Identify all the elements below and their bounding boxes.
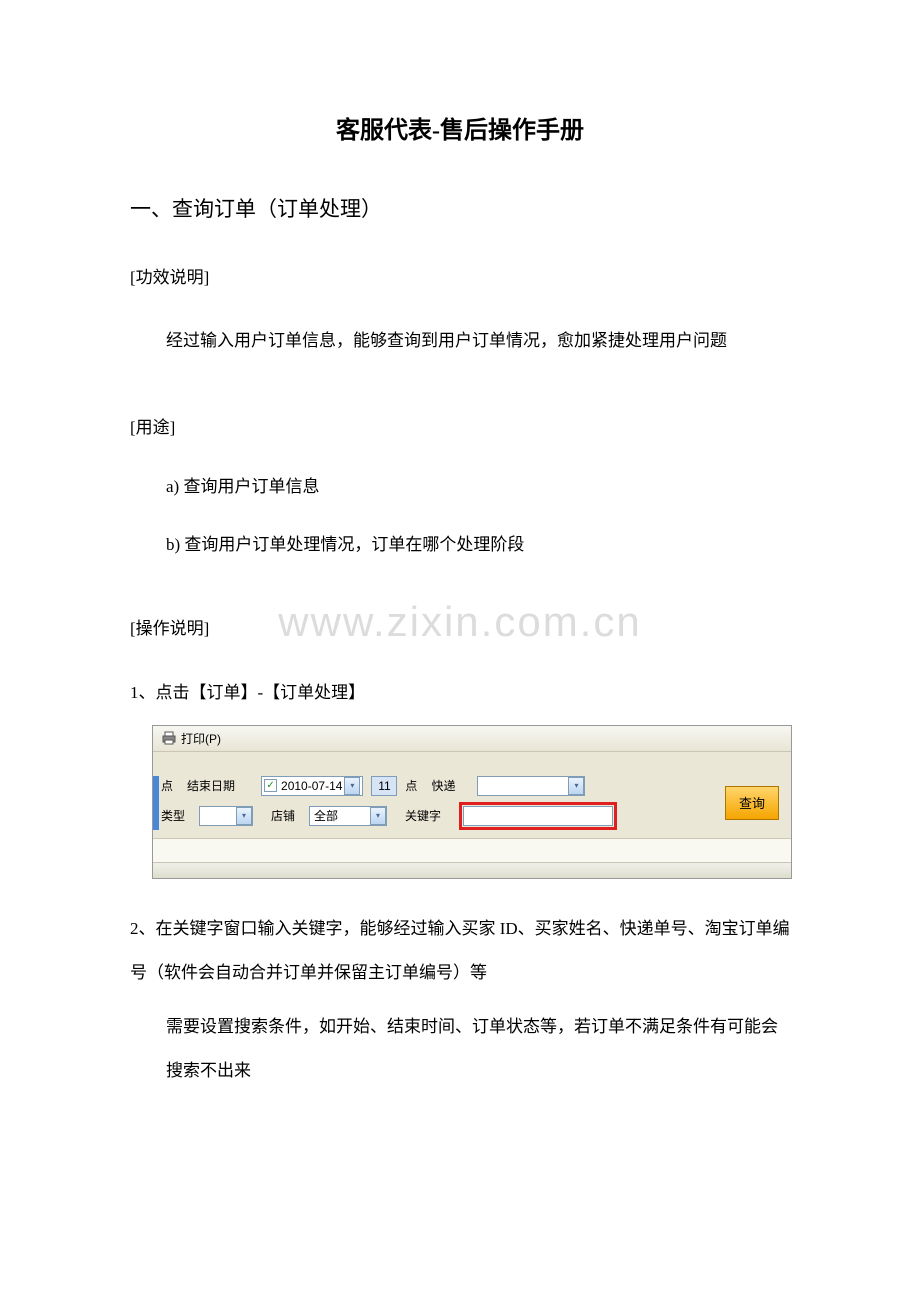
section-heading: 一、查询订单（订单处理）	[130, 193, 790, 223]
panel-accent-bar	[153, 776, 159, 830]
usage-label: [用途]	[130, 413, 790, 438]
toolbar: 打印(P)	[153, 726, 791, 752]
date-checkbox[interactable]: ✓	[264, 779, 277, 792]
shop-label: 店铺	[271, 807, 295, 824]
step-2-note: 需要设置搜索条件，如开始、结束时间、订单状态等，若订单不满足条件有可能会搜索不出…	[130, 1005, 790, 1093]
form-row-2: 类型 ▾ 店铺 全部 ▾ 关键字	[161, 802, 725, 830]
printer-icon	[161, 731, 177, 745]
date-value: 2010-07-14	[279, 779, 344, 793]
step-2: 2、在关键字窗口输入关键字，能够经过输入买家 ID、买家姓名、快递单号、淘宝订单…	[130, 907, 790, 995]
document-title: 客服代表-售后操作手册	[130, 110, 790, 145]
shop-value: 全部	[310, 807, 370, 824]
query-button[interactable]: 查询	[725, 786, 779, 820]
label-dian-1: 点	[161, 777, 173, 794]
operation-label: [操作说明]	[130, 614, 790, 639]
end-date-label: 结束日期	[187, 777, 235, 794]
print-button[interactable]: 打印(P)	[181, 730, 221, 747]
chevron-down-icon[interactable]: ▾	[236, 807, 252, 825]
results-panel	[153, 838, 791, 878]
hour-field[interactable]: 11	[371, 776, 397, 796]
function-description: 经过输入用户订单信息，能够查询到用户订单情况，愈加紧捷处理用户问题	[130, 320, 790, 363]
step-1: 1、点击【订单】-【订单处理】	[130, 671, 790, 715]
app-screenshot: 打印(P) 点 结束日期 ✓ 2010-07-14 ▾ 11 点 快递	[152, 725, 792, 879]
chevron-down-icon[interactable]: ▾	[370, 807, 386, 825]
keyword-input[interactable]	[463, 806, 613, 826]
keyword-highlight-box	[459, 802, 617, 830]
type-label: 类型	[161, 807, 185, 824]
search-form: 点 结束日期 ✓ 2010-07-14 ▾ 11 点 快递 ▾	[153, 770, 791, 838]
usage-item-b: b) 查询用户订单处理情况，订单在哪个处理阶段	[130, 528, 790, 562]
function-label: [功效说明]	[130, 263, 790, 288]
toolbar-spacer	[153, 752, 791, 770]
chevron-down-icon[interactable]: ▾	[344, 777, 360, 795]
document-page: 客服代表-售后操作手册 一、查询订单（订单处理） [功效说明] 经过输入用户订单…	[0, 0, 920, 1093]
keyword-label: 关键字	[405, 807, 441, 824]
form-row-1: 点 结束日期 ✓ 2010-07-14 ▾ 11 点 快递 ▾	[161, 776, 725, 796]
express-label: 快递	[431, 777, 455, 794]
express-select[interactable]: ▾	[477, 776, 585, 796]
type-select[interactable]: ▾	[199, 806, 253, 826]
shop-select[interactable]: 全部 ▾	[309, 806, 387, 826]
label-dian-2: 点	[405, 777, 417, 794]
usage-item-a: a) 查询用户订单信息	[130, 470, 790, 504]
end-date-picker[interactable]: ✓ 2010-07-14 ▾	[261, 776, 363, 796]
horizontal-scrollbar[interactable]	[153, 862, 791, 878]
chevron-down-icon[interactable]: ▾	[568, 777, 584, 795]
